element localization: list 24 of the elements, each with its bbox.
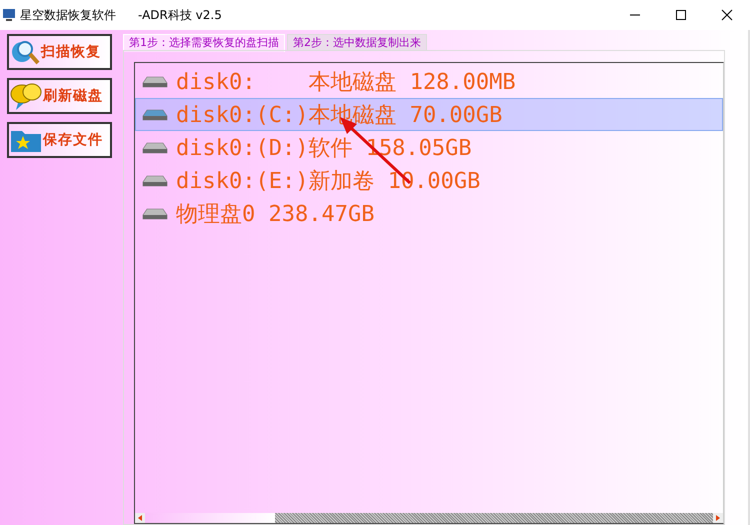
- save-file-button[interactable]: 保存文件: [7, 122, 112, 158]
- disk-label: 物理盘0 238.47GB: [176, 200, 374, 228]
- step-tab[interactable]: 第1步：选择需要恢复的盘扫描: [123, 34, 285, 52]
- scan-recover-button[interactable]: 扫描恢复: [7, 34, 112, 70]
- window-subtitle: -ADR科技 v2.5: [138, 6, 222, 24]
- drive-icon: [142, 174, 168, 186]
- disk-label: disk0: 本地磁盘 128.00MB: [176, 68, 516, 96]
- disk-row[interactable]: disk0: 本地磁盘 128.00MB: [135, 65, 723, 98]
- drive-icon: [142, 108, 168, 120]
- drive-icon: [142, 208, 168, 220]
- drive-icon: [142, 76, 168, 88]
- app-icon: [2, 8, 16, 22]
- chat-bubbles-icon: [10, 81, 42, 111]
- horizontal-scrollbar[interactable]: [135, 513, 723, 523]
- step-tab[interactable]: 第2步：选中数据复制出来: [287, 34, 427, 50]
- disk-row[interactable]: 物理盘0 238.47GB: [135, 197, 723, 230]
- drive-icon: [142, 142, 168, 154]
- magnifier-icon: [10, 38, 40, 66]
- scroll-left-arrow-icon[interactable]: [135, 513, 145, 523]
- refresh-disk-button[interactable]: 刷新磁盘: [7, 78, 112, 114]
- disk-row[interactable]: disk0:(E:)新加卷 10.00GB: [135, 164, 723, 197]
- window-title: 星空数据恢复软件: [20, 6, 116, 24]
- disk-label: disk0:(E:)新加卷 10.00GB: [176, 168, 480, 196]
- scroll-right-arrow-icon[interactable]: [713, 513, 723, 523]
